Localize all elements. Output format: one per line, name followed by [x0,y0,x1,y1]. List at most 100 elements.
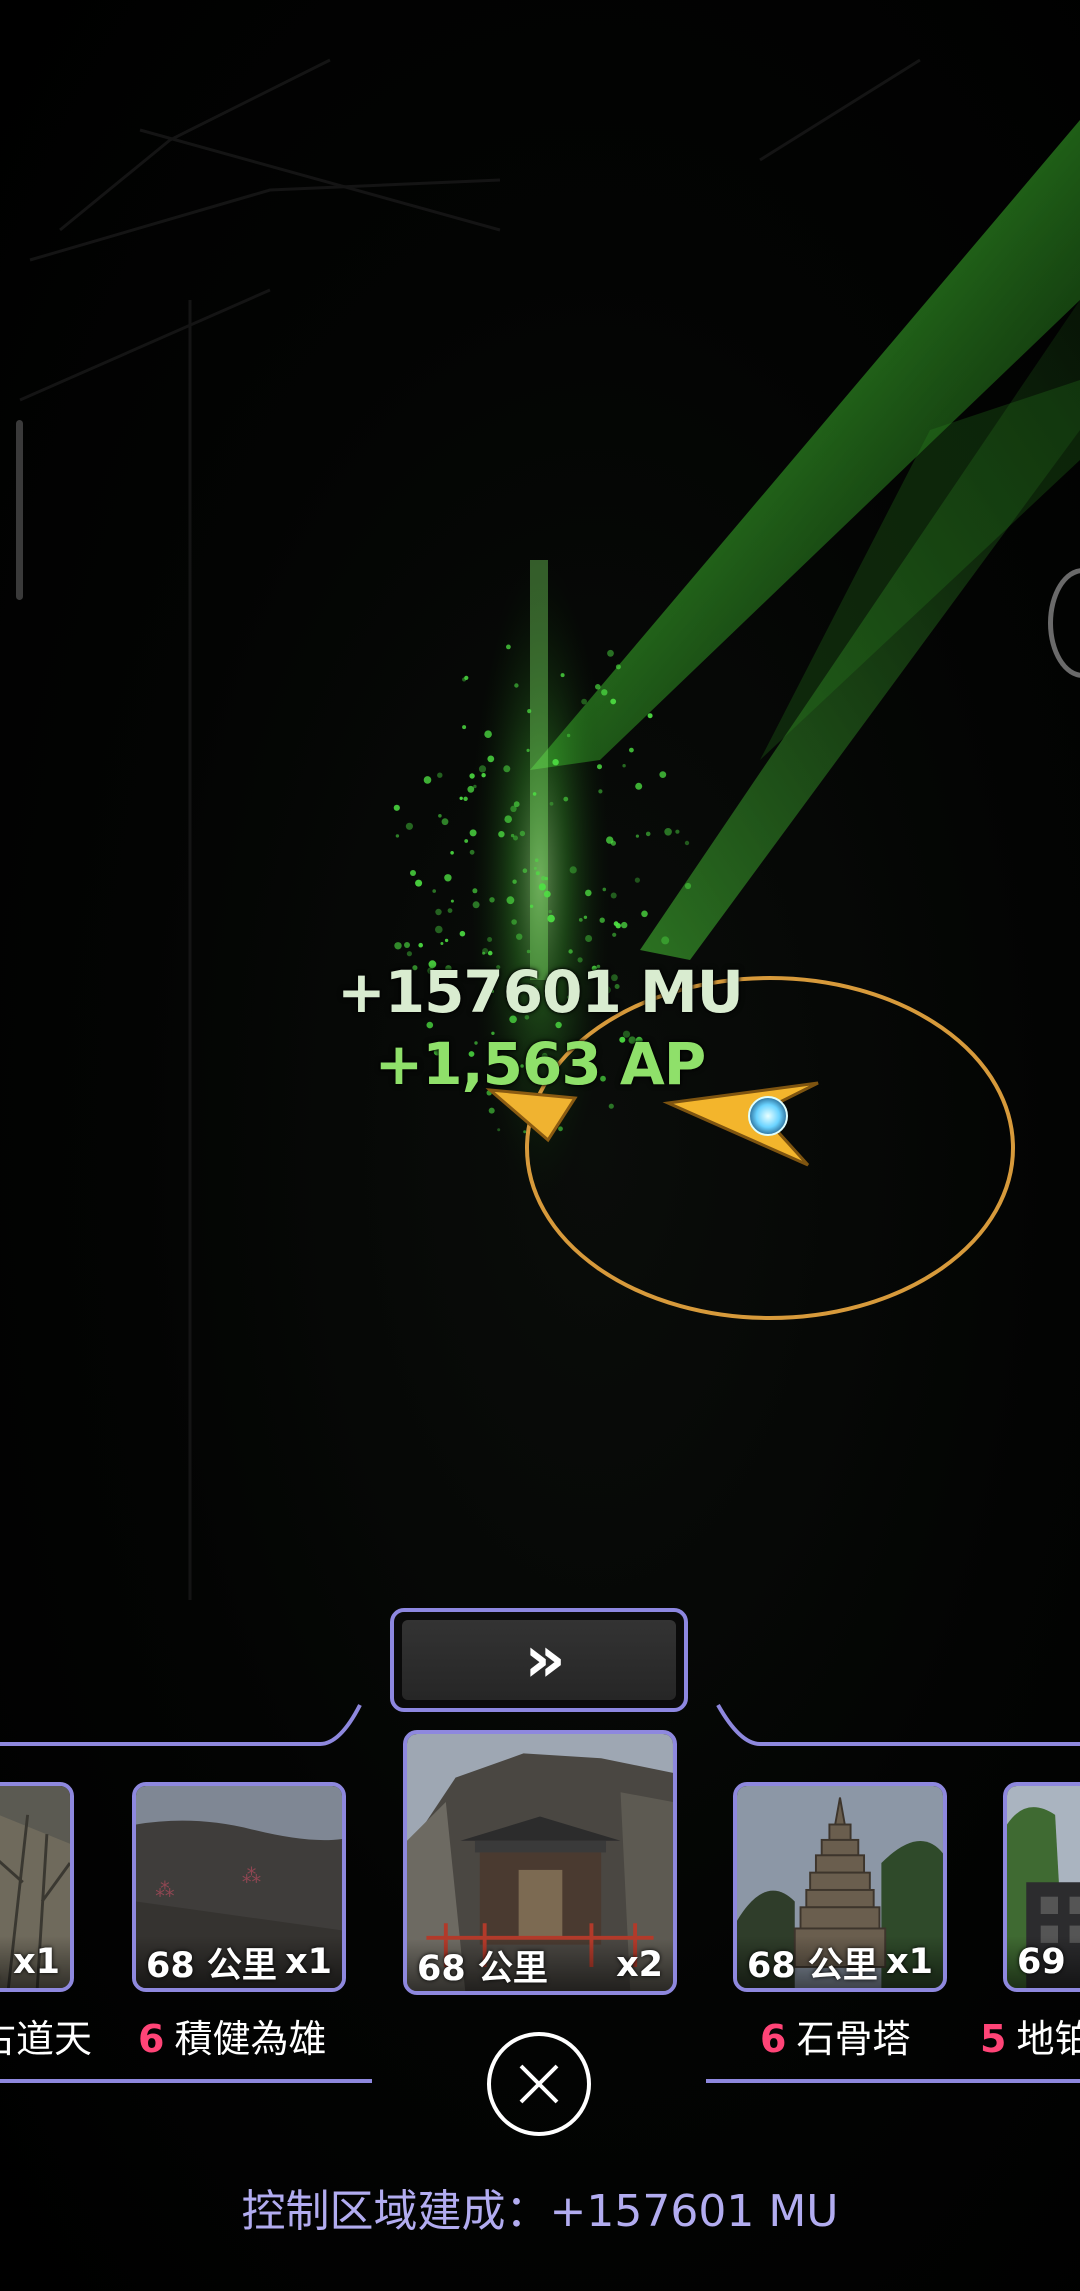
particle [629,747,634,753]
particle [395,834,400,838]
card-name: 5 地铂 [980,2008,1080,2063]
particle [432,889,437,893]
particle [647,713,653,719]
card-count: x1 [886,1942,933,1982]
particle [613,921,619,927]
particle [415,879,423,887]
card-count: x2 [616,1945,663,1985]
particle [459,930,466,937]
card-level: 5 [980,2017,1007,2061]
particle [608,1103,614,1109]
portal-card[interactable]: 里 x1 [0,1782,74,1992]
particle [497,1128,501,1132]
close-x-icon [519,2064,559,2104]
portal-card-selected[interactable]: 68 公里 x2 [403,1730,677,1995]
particle [473,784,477,789]
particle [487,950,493,956]
drawer-handle[interactable] [16,420,23,600]
particle [504,815,512,823]
particle [527,709,532,714]
card-title: 石骨塔 [796,2017,911,2061]
particle [423,776,432,784]
card-name: 6 石骨塔 [760,2008,910,2063]
agent-location-icon [748,1096,788,1136]
particle [585,889,592,897]
particle [462,677,467,682]
particle [585,935,593,942]
card-name: 6 積健為雄 [138,2008,326,2063]
game-screen: +157601 MU +1,563 AP » 里 x1 古道天 [0,0,1080,2291]
particle [529,904,534,908]
particle [675,829,680,834]
particle [437,772,443,778]
particle [441,818,449,826]
particle [463,796,468,801]
particle [481,773,486,778]
card-caption: 68 公里 x2 [407,1939,673,1991]
particle [548,909,552,914]
particle [469,849,475,855]
particle [583,915,588,919]
card-caption: 69 [1007,1936,1080,1988]
particle [612,932,617,937]
particle [615,664,621,670]
card-level: 6 [138,2017,165,2061]
portal-beam [530,560,548,980]
card-distance: 68 公里 [747,1945,878,1986]
particle [659,771,667,778]
close-button[interactable] [487,2032,591,2136]
portal-card[interactable]: ⁂ ⁂ 68 公里 x1 [132,1782,346,1992]
particle [503,765,511,773]
svg-text:⁂: ⁂ [242,1864,261,1887]
particle [450,899,454,903]
particle [469,829,477,837]
particle [488,1107,495,1114]
particle [406,951,412,957]
particle [635,834,640,838]
particle [566,733,571,738]
particle [621,921,628,929]
portal-card[interactable]: 69 [1003,1782,1080,1992]
particle [506,896,515,905]
particle [469,773,475,779]
card-title: 地铂 [1016,2017,1080,2061]
card-distance: 68 公里 [146,1945,277,1986]
particle [598,789,603,794]
particle [549,801,554,806]
particle [519,830,526,837]
card-caption: 里 x1 [0,1936,70,1988]
particle [581,698,587,705]
card-title: 積健為雄 [174,2017,327,2061]
particle [410,870,416,876]
particle [661,936,670,945]
particle [560,673,565,678]
particle [510,833,515,838]
particle [684,882,692,890]
particle [535,871,540,876]
double-chevron-right-icon: » [402,1620,676,1700]
particle [569,866,577,874]
particle [526,949,531,954]
card-count: x1 [13,1942,60,1982]
particle [487,755,495,763]
particle [606,836,614,844]
particle [538,883,546,891]
particle [418,942,424,948]
particle [435,925,443,934]
card-caption: 68 公里 x1 [136,1936,342,1988]
particle [472,901,480,909]
particle [405,822,413,830]
particle [522,868,528,873]
particle [533,866,537,870]
particle [599,917,605,923]
particle [435,908,442,916]
particle [544,876,548,881]
particle [438,814,442,818]
particle [464,839,469,843]
portal-card[interactable]: 68 公里 x1 [733,1782,947,1992]
particle [578,918,583,922]
particle [478,765,487,773]
particle [394,942,402,950]
particle [664,828,672,836]
particle [489,897,495,903]
